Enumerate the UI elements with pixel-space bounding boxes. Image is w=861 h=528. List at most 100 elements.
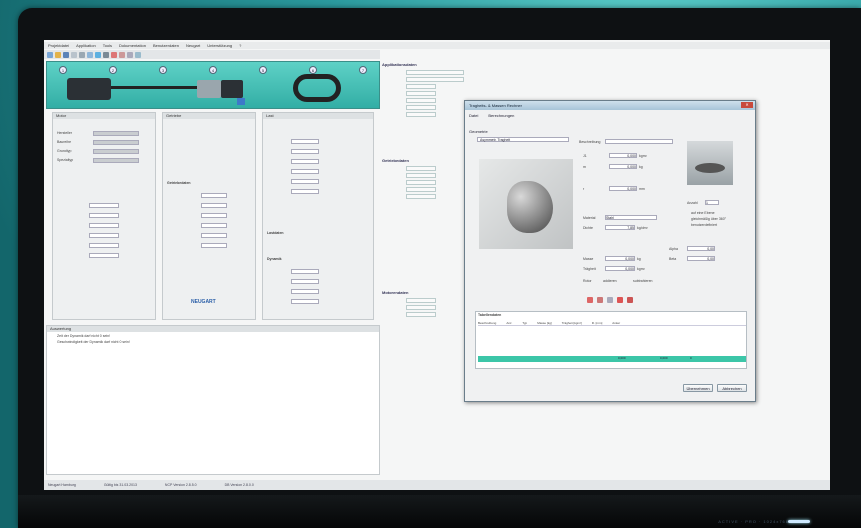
status-item: Gültig bis 31.03.2013	[103, 483, 137, 487]
delete-icon[interactable]	[111, 51, 117, 58]
value-field[interactable]	[89, 213, 119, 218]
data-field[interactable]	[406, 298, 436, 303]
apply-button[interactable]: Übernehmen	[683, 384, 713, 392]
motor-icon[interactable]	[79, 51, 85, 58]
step-number[interactable]: 4	[209, 66, 217, 74]
menu-item[interactable]: Neugart	[186, 43, 200, 48]
value-field[interactable]	[291, 289, 319, 294]
value-field[interactable]: 0,000	[609, 164, 637, 169]
inertia-field[interactable]: 0,000	[605, 266, 635, 271]
dialog-menu-item[interactable]: Berechnungen	[488, 113, 514, 118]
value-field[interactable]	[201, 203, 227, 208]
radio-add[interactable]: addieren	[603, 279, 617, 285]
radio-subtract[interactable]: subtrahieren	[633, 279, 652, 285]
print-icon[interactable]	[71, 51, 77, 58]
value-field[interactable]	[201, 243, 227, 248]
menu-item[interactable]: Dokumentation	[119, 43, 146, 48]
field-label: m	[583, 165, 586, 169]
dialog-menu-item[interactable]: Datei	[469, 113, 478, 118]
menu-item[interactable]: Applikation	[76, 43, 96, 48]
step-number[interactable]: 2	[109, 66, 117, 74]
material-select[interactable]: Stahl	[605, 215, 657, 220]
menu-item[interactable]: Unterstützung	[207, 43, 232, 48]
copy-row-icon[interactable]	[607, 297, 613, 303]
data-field[interactable]	[406, 180, 436, 185]
save-icon[interactable]	[63, 51, 69, 58]
data-field[interactable]	[406, 84, 436, 89]
value-field[interactable]	[291, 279, 319, 284]
value-field[interactable]	[291, 269, 319, 274]
column-header: R. [mm]	[591, 321, 603, 325]
menu-item[interactable]: Tools	[103, 43, 112, 48]
value-field[interactable]	[89, 253, 119, 258]
step-number[interactable]: 6	[309, 66, 317, 74]
delete-row-icon[interactable]	[617, 297, 623, 303]
alpha-field[interactable]: 0,00	[687, 246, 715, 251]
data-field[interactable]	[406, 194, 436, 199]
value-field[interactable]	[201, 213, 227, 218]
beta-field[interactable]: 0,00	[687, 256, 715, 261]
value-field[interactable]	[291, 159, 319, 164]
field-label: Dichte	[583, 226, 593, 230]
tool-icon[interactable]	[103, 51, 109, 58]
mass-field[interactable]: 0,000	[605, 256, 635, 261]
select-icon[interactable]	[95, 51, 101, 58]
step-number[interactable]: 5	[259, 66, 267, 74]
data-field[interactable]	[406, 112, 436, 117]
density-field[interactable]: 7,85	[605, 225, 635, 230]
data-field[interactable]	[406, 166, 436, 171]
data-field[interactable]	[406, 312, 436, 317]
data-field[interactable]	[406, 173, 436, 178]
data-field[interactable]	[406, 91, 436, 96]
cancel-button[interactable]: Abbrechen	[717, 384, 747, 392]
close-icon[interactable]: ✕	[741, 102, 753, 108]
new-icon[interactable]	[47, 51, 53, 58]
menu-item[interactable]: Projektdatei	[48, 43, 69, 48]
value-field[interactable]	[89, 203, 119, 208]
data-field[interactable]	[406, 187, 436, 192]
value-field[interactable]	[201, 233, 227, 238]
value-field[interactable]	[291, 139, 319, 144]
value-field[interactable]	[201, 193, 227, 198]
step-number[interactable]: 1	[59, 66, 67, 74]
list-icon[interactable]	[127, 51, 133, 58]
edit-row-icon[interactable]	[597, 297, 603, 303]
data-field[interactable]	[406, 98, 436, 103]
value-field[interactable]	[291, 189, 319, 194]
value-field[interactable]	[89, 243, 119, 248]
open-icon[interactable]	[55, 51, 61, 58]
value-field[interactable]	[291, 299, 319, 304]
add-row-icon[interactable]	[587, 297, 593, 303]
value-field[interactable]	[89, 223, 119, 228]
config-icon[interactable]	[237, 98, 245, 105]
radio-option[interactable]: benutzerdefiniert	[691, 223, 717, 229]
menu-item[interactable]: Benutzerdaten	[153, 43, 179, 48]
gear-icon[interactable]	[87, 51, 93, 58]
step-number[interactable]: 7	[359, 66, 367, 74]
data-field[interactable]	[406, 105, 436, 110]
count-select[interactable]: 1	[705, 200, 719, 205]
value-field[interactable]: 0,000	[609, 186, 637, 191]
value-field[interactable]	[291, 179, 319, 184]
column-header: Masse [kg]	[537, 321, 552, 325]
input-field[interactable]	[93, 131, 139, 136]
menu-item[interactable]: ?	[239, 43, 241, 48]
data-field[interactable]	[406, 305, 436, 310]
input-field[interactable]	[93, 140, 139, 145]
description-input[interactable]	[605, 139, 673, 144]
value-field[interactable]	[201, 223, 227, 228]
chart-icon[interactable]	[119, 51, 125, 58]
input-field[interactable]	[93, 158, 139, 163]
value-field[interactable]	[89, 233, 119, 238]
data-field[interactable]	[406, 77, 464, 82]
input-field[interactable]	[93, 149, 139, 154]
calc-icon[interactable]	[135, 51, 141, 58]
value-field[interactable]	[291, 149, 319, 154]
clear-icon[interactable]	[627, 297, 633, 303]
geometry-select[interactable]: Asymmetr. Tragheit	[477, 137, 569, 142]
value-field[interactable]: 0,000	[609, 153, 637, 158]
field-label: Grundtyp	[57, 149, 72, 153]
value-field[interactable]	[291, 169, 319, 174]
step-number[interactable]: 3	[159, 66, 167, 74]
data-field[interactable]	[406, 70, 464, 75]
